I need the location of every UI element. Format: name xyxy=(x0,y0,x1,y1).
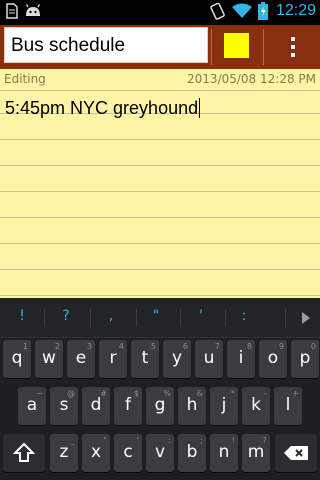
suggestion-exclamation[interactable]: ! xyxy=(12,308,32,324)
key-h[interactable]: & h xyxy=(178,387,206,425)
key-label: j xyxy=(221,395,227,415)
android-icon xyxy=(25,4,41,16)
backspace-icon xyxy=(284,446,308,460)
divider xyxy=(285,309,286,327)
key-z[interactable]: _ z xyxy=(50,434,78,472)
shift-key[interactable] xyxy=(3,434,45,472)
key-label: a xyxy=(26,395,38,415)
divider xyxy=(90,309,91,327)
divider xyxy=(225,309,226,327)
text-cursor xyxy=(199,98,201,118)
key-p[interactable]: 0p xyxy=(291,340,319,378)
note-text-content: 5:45pm NYC greyhound xyxy=(5,98,199,118)
suggestion-doublequote[interactable]: " xyxy=(146,308,166,324)
key-label: f xyxy=(125,395,131,415)
note-datetime: 2013/05/08 12:28 PM xyxy=(187,72,316,86)
divider xyxy=(44,309,45,327)
note-body-area[interactable]: Editing 2013/05/08 12:28 PM 5:45pm NYC g… xyxy=(0,69,320,298)
key-l[interactable]: + l xyxy=(274,387,302,425)
backspace-key[interactable] xyxy=(275,434,317,472)
key-r[interactable]: 4r xyxy=(99,340,127,378)
key-label: w xyxy=(42,348,56,368)
note-title-value: Bus schedule xyxy=(11,35,126,56)
key-label: n xyxy=(218,442,230,462)
note-text-editor[interactable]: 5:45pm NYC greyhound xyxy=(5,98,201,119)
battery-icon xyxy=(257,2,268,20)
suggestions-more-icon[interactable] xyxy=(302,312,310,324)
divider xyxy=(180,309,181,327)
key-label: d xyxy=(90,395,102,415)
key-label: g xyxy=(154,395,166,415)
note-info-bar: Editing 2013/05/08 12:28 PM xyxy=(0,69,320,91)
key-q[interactable]: 1q xyxy=(3,340,31,378)
key-s[interactable]: @ s xyxy=(50,387,78,425)
key-label: i xyxy=(238,348,244,368)
note-color-button[interactable] xyxy=(212,25,262,69)
status-bar: 12:29 xyxy=(0,0,320,25)
key-i[interactable]: 8i xyxy=(227,340,255,378)
key-m[interactable]: ? m xyxy=(242,434,270,472)
key-label: h xyxy=(186,395,198,415)
suggestion-comma[interactable]: , xyxy=(101,308,121,324)
suggestion-colon[interactable]: : xyxy=(234,308,254,324)
key-u[interactable]: 7u xyxy=(195,340,223,378)
key-label: z xyxy=(59,442,69,462)
editing-status: Editing xyxy=(4,72,46,86)
key-label: o xyxy=(267,348,279,368)
key-k[interactable]: -k xyxy=(242,387,270,425)
key-e[interactable]: 3e xyxy=(67,340,95,378)
key-t[interactable]: 5t xyxy=(131,340,159,378)
key-label: x xyxy=(90,442,102,462)
key-label: c xyxy=(123,442,133,462)
key-y[interactable]: 6y xyxy=(163,340,191,378)
suggestion-question[interactable]: ? xyxy=(56,308,76,324)
key-d[interactable]: # d xyxy=(82,387,110,425)
key-f[interactable]: $ f xyxy=(114,387,142,425)
soft-keyboard: ! ? , " ' : 1q2w3e4r5t6y7u8i9o0p ~ a @ s # d $… xyxy=(0,298,320,480)
key-label: t xyxy=(141,348,149,368)
action-bar: Bus schedule xyxy=(0,25,320,69)
key-o[interactable]: 9o xyxy=(259,340,287,378)
rotation-icon xyxy=(210,2,225,20)
key-label: k xyxy=(251,395,261,415)
key-v[interactable]: :v xyxy=(146,434,174,472)
key-label: u xyxy=(203,348,215,368)
key-label: p xyxy=(299,348,311,368)
suggestion-singlequote[interactable]: ' xyxy=(191,308,211,324)
key-label: l xyxy=(285,395,291,415)
divider xyxy=(136,309,137,327)
key-b[interactable]: ; b xyxy=(178,434,206,472)
key-n[interactable]: ! n xyxy=(210,434,238,472)
key-label: b xyxy=(186,442,198,462)
key-label: e xyxy=(75,348,87,368)
key-label: r xyxy=(109,348,117,368)
key-g[interactable]: % g xyxy=(146,387,174,425)
key-x[interactable]: " x xyxy=(82,434,110,472)
document-icon xyxy=(6,3,18,19)
key-j[interactable]: * j xyxy=(210,387,238,425)
key-label: q xyxy=(11,348,23,368)
note-title-input[interactable]: Bus schedule xyxy=(4,27,208,63)
key-w[interactable]: 2w xyxy=(35,340,63,378)
key-a[interactable]: ~ a xyxy=(18,387,46,425)
key-c[interactable]: ' c xyxy=(114,434,142,472)
key-label: y xyxy=(171,348,183,368)
clock: 12:29 xyxy=(275,2,316,19)
shift-icon xyxy=(13,442,35,462)
key-label: v xyxy=(154,442,166,462)
key-label: s xyxy=(59,395,69,415)
suggestion-strip: ! ? , " ' : xyxy=(0,298,320,338)
key-label: m xyxy=(247,442,265,462)
overflow-menu-button[interactable] xyxy=(264,25,320,69)
color-swatch-icon xyxy=(224,33,249,58)
wifi-icon xyxy=(231,3,252,18)
